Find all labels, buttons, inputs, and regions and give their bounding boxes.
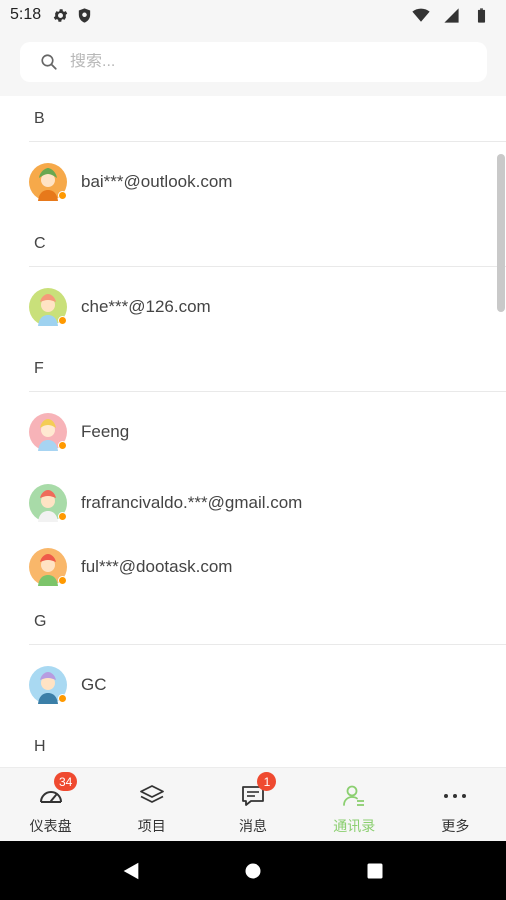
tab-label: 项目 xyxy=(137,818,166,834)
section-header-f: F xyxy=(29,346,506,392)
tab-label: 通讯录 xyxy=(333,818,376,834)
layers-icon xyxy=(138,782,166,810)
search-bar[interactable] xyxy=(20,42,487,82)
section-header-c: C xyxy=(29,221,506,267)
battery-icon xyxy=(472,6,490,24)
avatar xyxy=(29,665,67,704)
tab-messages[interactable]: 1 消息 xyxy=(202,768,303,841)
shield-icon xyxy=(75,6,93,24)
tab-label: 仪表盘 xyxy=(29,818,72,834)
search-icon xyxy=(40,53,58,71)
contact-name: che***@126.com xyxy=(81,296,211,316)
status-dot xyxy=(58,512,67,521)
status-dot xyxy=(58,190,67,200)
contact-name: frafrancivaldo.***@gmail.com xyxy=(81,493,303,512)
contact-row[interactable]: Feeng xyxy=(0,392,506,471)
contact-name: ful***@dootask.com xyxy=(81,557,233,576)
tab-contacts[interactable]: 通讯录 xyxy=(304,768,405,841)
contacts-icon xyxy=(340,782,368,810)
contact-list[interactable]: B bai***@outlook.com C che***@126.com F … xyxy=(0,96,506,767)
bottom-tabbar: 34 仪表盘 项目 1 消息 通讯录 更多 xyxy=(0,767,506,841)
avatar xyxy=(29,484,67,522)
status-dot xyxy=(58,315,67,325)
system-navbar xyxy=(0,841,506,900)
signal-icon xyxy=(442,6,460,24)
back-icon[interactable] xyxy=(116,856,146,886)
tab-more[interactable]: 更多 xyxy=(405,768,506,841)
section-header-h: H xyxy=(29,724,506,767)
avatar xyxy=(29,162,67,201)
tab-projects[interactable]: 项目 xyxy=(101,768,202,841)
tab-label: 更多 xyxy=(441,818,470,834)
avatar xyxy=(29,412,67,451)
scrollbar[interactable] xyxy=(497,154,505,312)
avatar xyxy=(29,548,67,586)
contact-row[interactable]: frafrancivaldo.***@gmail.com xyxy=(0,471,506,535)
status-dot xyxy=(58,693,67,703)
badge-messages: 1 xyxy=(257,772,277,791)
recents-icon[interactable] xyxy=(360,856,390,886)
tab-label: 消息 xyxy=(239,818,267,834)
status-bar: 5:18 xyxy=(0,0,506,30)
status-dot xyxy=(58,576,67,585)
avatar xyxy=(29,287,67,326)
search-input[interactable] xyxy=(70,53,450,71)
home-icon[interactable] xyxy=(238,856,268,886)
contact-row[interactable]: bai***@outlook.com xyxy=(0,142,506,221)
section-header-g: G xyxy=(29,599,506,645)
contact-row[interactable]: GC xyxy=(0,645,506,724)
gear-icon xyxy=(51,6,69,24)
contact-name: Feeng xyxy=(81,421,130,441)
contact-row[interactable]: che***@126.com xyxy=(0,267,506,346)
wifi-icon xyxy=(412,6,430,24)
tab-dashboard[interactable]: 34 仪表盘 xyxy=(0,768,101,841)
status-time: 5:18 xyxy=(10,6,42,23)
section-header-b: B xyxy=(29,96,506,142)
contact-name: GC xyxy=(81,674,107,694)
more-icon xyxy=(441,782,469,810)
contact-row[interactable]: ful***@dootask.com xyxy=(0,535,506,599)
status-dot xyxy=(58,440,67,450)
badge-dashboard: 34 xyxy=(54,772,78,791)
contact-name: bai***@outlook.com xyxy=(81,171,233,191)
